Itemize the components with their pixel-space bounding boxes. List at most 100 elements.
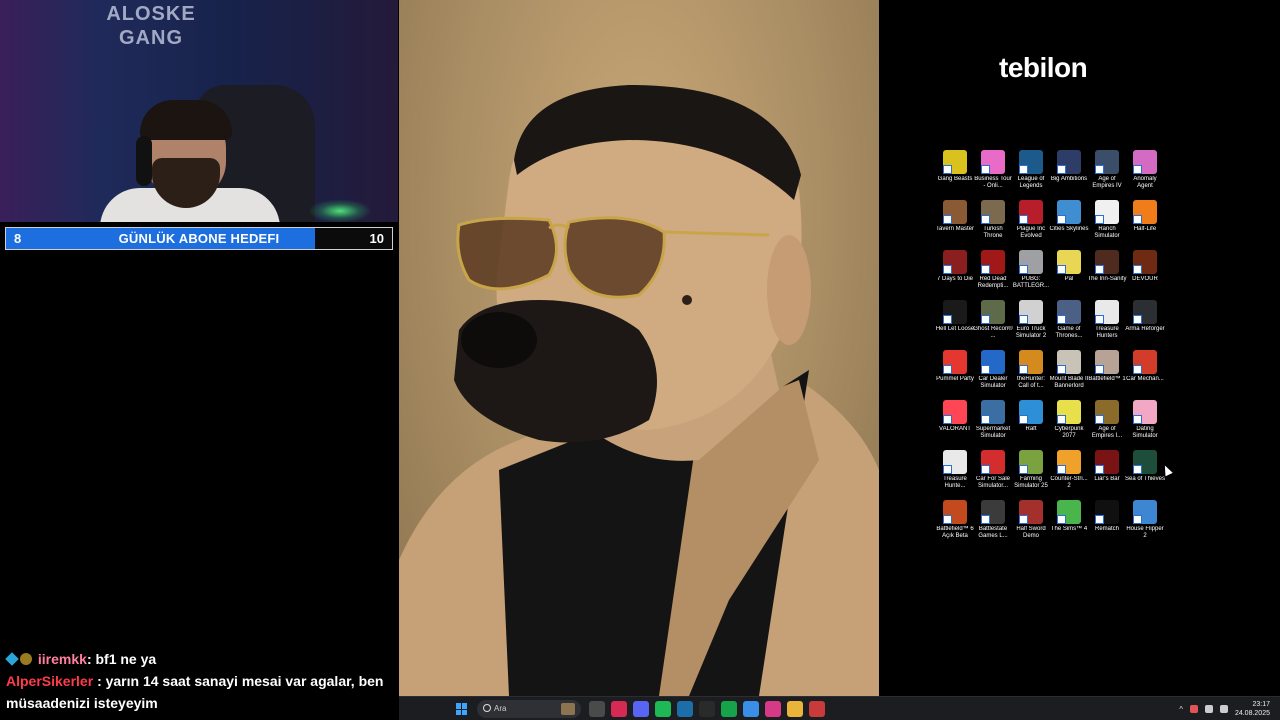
xbox-icon[interactable] bbox=[721, 701, 737, 717]
shortcut-label: Ranch Simulator bbox=[1094, 226, 1120, 239]
half-life-icon bbox=[1133, 200, 1157, 224]
shortcut-label: Half-Life bbox=[1133, 226, 1157, 232]
hell-let-loose-icon bbox=[943, 300, 967, 324]
spotify-icon[interactable] bbox=[655, 701, 671, 717]
desktop-shortcut[interactable]: VALORANT bbox=[936, 400, 974, 450]
desktop-shortcut[interactable]: Rematch bbox=[1088, 500, 1126, 550]
shortcut-label: Farming Simulator 25 bbox=[1014, 476, 1048, 489]
desktop-shortcut[interactable]: Battlefield™ 1 bbox=[1088, 350, 1126, 400]
desktop-shortcut[interactable]: Business Tour - Onli... bbox=[974, 150, 1012, 200]
start-button[interactable] bbox=[456, 703, 468, 715]
chevron-up-icon[interactable]: ^ bbox=[1179, 705, 1183, 714]
euro-truck-icon bbox=[1019, 300, 1043, 324]
pal-icon bbox=[1057, 250, 1081, 274]
desktop-shortcut[interactable]: Farming Simulator 25 bbox=[1012, 450, 1050, 500]
sea-of-thieves-icon bbox=[1133, 450, 1157, 474]
desktop-shortcut[interactable]: Counter-Stri... 2 bbox=[1050, 450, 1088, 500]
shortcut-label: Age of Empires I... bbox=[1091, 426, 1123, 439]
desktop-shortcut[interactable]: 7 Days to Die bbox=[936, 250, 974, 300]
desktop-shortcut[interactable]: Car For Sale Simulator... bbox=[974, 450, 1012, 500]
microphone-icon[interactable] bbox=[1189, 705, 1198, 713]
desktop-shortcut[interactable]: Sea of Thieves bbox=[1125, 450, 1165, 500]
desktop-shortcut[interactable]: Age of Empires IV bbox=[1088, 150, 1126, 200]
search-placeholder: Ara bbox=[494, 704, 507, 713]
supermarket-simulator-icon bbox=[981, 400, 1005, 424]
shortcut-label: Hell Let Loose bbox=[935, 326, 975, 332]
volume-icon[interactable] bbox=[1219, 705, 1228, 713]
cities-skylines-icon bbox=[1057, 200, 1081, 224]
desktop-shortcut[interactable]: Battlestate Games L... bbox=[974, 500, 1012, 550]
desktop-shortcut[interactable]: Ghost Recon® ... bbox=[973, 300, 1013, 350]
desktop-shortcut[interactable]: Liar's Bar bbox=[1088, 450, 1126, 500]
inn-sanity-icon bbox=[1095, 250, 1119, 274]
turkish-throne-icon bbox=[981, 200, 1005, 224]
shortcut-label: Supermarket Simulator bbox=[975, 426, 1011, 439]
desktop-shortcut[interactable]: Turkish Throne bbox=[974, 200, 1012, 250]
folder-icon[interactable] bbox=[787, 701, 803, 717]
desktop-shortcut[interactable]: PUBG: BATTLEGR... bbox=[1012, 250, 1050, 300]
desktop-shortcut[interactable]: Half Sword Demo bbox=[1012, 500, 1050, 550]
desktop-shortcut[interactable]: Hell Let Loose bbox=[936, 300, 974, 350]
chat-username: AlperSikerler bbox=[6, 673, 94, 689]
opera-gx-icon[interactable] bbox=[611, 701, 627, 717]
desktop-shortcut[interactable]: Arma Reforger bbox=[1125, 300, 1165, 350]
wall-sign-line1: ALOSKE bbox=[106, 3, 196, 25]
desktop-shortcut[interactable]: Anomaly Agent bbox=[1126, 150, 1164, 200]
desktop-shortcut[interactable]: Gang Beasts bbox=[936, 150, 974, 200]
taskbar-search[interactable]: Ara bbox=[477, 700, 581, 718]
dating-simulator-icon bbox=[1133, 400, 1157, 424]
network-icon[interactable] bbox=[1204, 705, 1213, 713]
desktop-shortcut[interactable]: Treasure Hunte... bbox=[936, 450, 974, 500]
goal-current: 8 bbox=[14, 231, 22, 246]
clock[interactable]: 23:17 24.08.2025 bbox=[1235, 700, 1270, 718]
shortcut-label: Pummel Party bbox=[936, 376, 974, 382]
desktop-shortcut[interactable]: Tavern Master bbox=[936, 200, 974, 250]
desktop-shortcut[interactable]: Car Mechan... bbox=[1126, 350, 1164, 400]
desktop-shortcut[interactable]: Battlefield™ 6 Açık Beta bbox=[936, 500, 974, 550]
epic-games-icon[interactable] bbox=[699, 701, 715, 717]
shortcut-label: Raft bbox=[1025, 426, 1037, 432]
desktop-shortcut[interactable]: Big Ambitions bbox=[1050, 150, 1088, 200]
desktop-shortcut[interactable]: Half-Life bbox=[1126, 200, 1164, 250]
shortcut-label: The Sims™ 4 bbox=[1050, 526, 1088, 532]
car-mechanic-icon bbox=[1133, 350, 1157, 374]
tebilon-logo: tebilon bbox=[999, 52, 1088, 83]
car-for-sale-icon bbox=[981, 450, 1005, 474]
streamer-hair bbox=[140, 100, 232, 140]
desktop-shortcut[interactable]: DEVOUR bbox=[1126, 250, 1164, 300]
desktop-shortcut[interactable]: Supermarket Simulator bbox=[974, 400, 1012, 450]
desktop-shortcut[interactable]: Treasure Hunters bbox=[1088, 300, 1126, 350]
desktop-shortcut[interactable]: Mount Blade II Bannerlord bbox=[1050, 350, 1088, 400]
discord-icon[interactable] bbox=[633, 701, 649, 717]
shortcut-label: Pal bbox=[1064, 276, 1074, 282]
desktop-shortcut[interactable]: Raft bbox=[1012, 400, 1050, 450]
desktop-shortcut[interactable]: Age of Empires I... bbox=[1088, 400, 1126, 450]
steam-icon[interactable] bbox=[677, 701, 693, 717]
desktop-shortcut[interactable]: The Inn-Sanity bbox=[1087, 250, 1127, 300]
desktop-shortcut[interactable]: Pal bbox=[1050, 250, 1088, 300]
desktop-shortcut[interactable]: Game of Thrones... bbox=[1050, 300, 1088, 350]
desktop-shortcut[interactable]: League of Legends bbox=[1012, 150, 1050, 200]
copilot-icon[interactable] bbox=[743, 701, 759, 717]
treasure-hunter-2-icon bbox=[943, 450, 967, 474]
desktop-shortcut[interactable]: Dating Simulator bbox=[1126, 400, 1164, 450]
desktop-shortcut[interactable]: House Flipper 2 bbox=[1126, 500, 1164, 550]
desktop-shortcut[interactable]: The Sims™ 4 bbox=[1050, 500, 1088, 550]
clock-date: 24.08.2025 bbox=[1234, 710, 1270, 717]
desktop-shortcut[interactable]: Car Dealer Simulator bbox=[974, 350, 1012, 400]
desktop-shortcut[interactable]: Pummel Party bbox=[936, 350, 974, 400]
desktop-shortcut[interactable]: theHunter: Call of t... bbox=[1012, 350, 1050, 400]
chrome-icon[interactable] bbox=[809, 701, 825, 717]
chat-overlay: iiremkk: bf1 ne ya AlperSikerler : yarın… bbox=[5, 648, 394, 714]
file-explorer-icon[interactable] bbox=[589, 701, 605, 717]
battlestate-icon bbox=[981, 500, 1005, 524]
shortcut-label: Car Mechan... bbox=[1126, 376, 1164, 382]
shortcut-label: 7 Days to Die bbox=[936, 276, 973, 282]
instagram-icon[interactable] bbox=[765, 701, 781, 717]
desktop-shortcut[interactable]: Euro Truck Simulator 2 bbox=[1012, 300, 1050, 350]
desktop-shortcut[interactable]: Cyberpunk 2077 bbox=[1050, 400, 1088, 450]
desktop-shortcut[interactable]: Cities Skylines bbox=[1049, 200, 1089, 250]
desktop-shortcut[interactable]: Plague Inc Evolved bbox=[1012, 200, 1050, 250]
desktop-shortcut[interactable]: Ranch Simulator bbox=[1088, 200, 1126, 250]
desktop-shortcut[interactable]: Red Dead Redempti... bbox=[974, 250, 1012, 300]
